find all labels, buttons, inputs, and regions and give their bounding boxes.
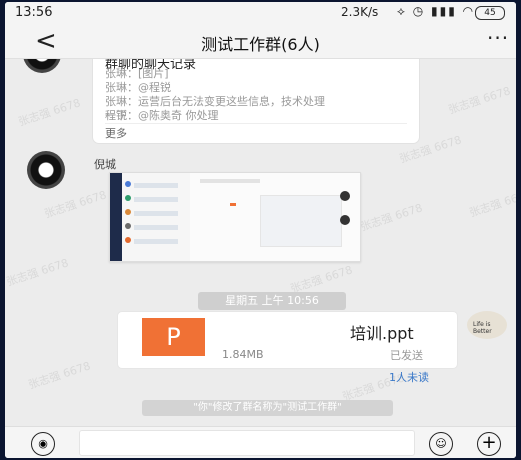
avatar[interactable] (23, 59, 61, 73)
image-sidebar (110, 173, 122, 261)
microphone-icon[interactable]: ◉ (31, 432, 55, 456)
image-dot (125, 209, 131, 215)
chat-record-more[interactable]: 更多 (105, 125, 127, 141)
image-dot (125, 181, 131, 187)
avatar[interactable]: Life is Better (467, 311, 507, 339)
file-size: 1.84MB (222, 348, 264, 361)
avatar[interactable] (27, 151, 65, 189)
image-dot (125, 223, 131, 229)
image-panel (260, 195, 342, 247)
image-main-panel (190, 173, 360, 261)
watermark: 张志强 6678 (42, 188, 109, 221)
screenshot-image[interactable] (109, 172, 361, 262)
sender-name: 倪城 (94, 158, 116, 171)
image-mark (230, 203, 236, 206)
chat-record-line: 程锐：@陈奥奇 你处理 (105, 109, 219, 122)
watermark: 张志强 6678 (446, 84, 513, 117)
time-divider: 星期五 上午 10:56 (198, 292, 346, 310)
image-bar (134, 197, 178, 202)
image-bar (134, 211, 178, 216)
emoji-icon[interactable]: ☺ (429, 432, 453, 456)
image-dot (340, 191, 350, 201)
ellipsis-icon[interactable]: ··· (487, 26, 509, 50)
divider (105, 123, 407, 124)
image-dot (125, 237, 131, 243)
watermark: 张志强 6678 (16, 96, 83, 129)
page-title: 测试工作群(6人) (201, 35, 320, 54)
chat-record-card[interactable]: 群聊的聊天记录 张琳：[图片] 张琳：@程锐 张琳：运营后台无法变更这些信息，技… (93, 59, 419, 143)
input-bar: ◉ ☺ + (5, 426, 516, 458)
status-time: 13:56 (15, 5, 53, 20)
image-dot (125, 195, 131, 201)
image-bar (200, 179, 260, 183)
watermark: 张志强 6678 (26, 359, 93, 392)
image-list (122, 173, 190, 261)
chat-record-line: 张琳：[图片] (105, 67, 169, 80)
file-name: 培训.ppt (350, 324, 414, 343)
battery-icon: 45 (475, 6, 505, 20)
watermark: 张志强 6678 (358, 201, 425, 234)
network-rate: 2.3K/s (341, 5, 379, 19)
status-bar: 13:56 2.3K/s ⟡ ◷ ▮▮▮ ◠ 45 (5, 2, 516, 24)
chat-area[interactable]: 张志强 6678 张志强 6678 张志强 6678 张志强 6678 张志强 … (5, 59, 516, 426)
unread-count-link[interactable]: 1人未读 (389, 369, 429, 385)
avatar-text: Life is Better (473, 321, 492, 335)
image-bar (134, 239, 178, 244)
file-status: 已发送 (390, 349, 423, 362)
watermark: 张志强 6678 (5, 256, 71, 289)
plus-icon[interactable]: + (477, 432, 501, 456)
signal-wifi-icon: ⟡ ◷ ▮▮▮ ◠ (397, 4, 476, 18)
chat-record-line: 张琳：@程锐 (105, 81, 171, 94)
ppt-file-icon: P (142, 318, 205, 356)
image-bar (134, 225, 178, 230)
file-message-card[interactable]: P 培训.ppt 1.84MB 已发送 (118, 312, 457, 368)
message-input[interactable] (79, 430, 415, 456)
image-dot (340, 215, 350, 225)
nav-bar: < 测试工作群(6人) ··· (5, 24, 516, 59)
system-message: "你"修改了群名称为"测试工作群" (142, 400, 393, 416)
watermark: 张志强 6678 (467, 187, 516, 220)
device-frame: 13:56 2.3K/s ⟡ ◷ ▮▮▮ ◠ 45 < 测试工作群(6人) ··… (0, 0, 521, 460)
image-bar (134, 183, 178, 188)
phone-screen: 13:56 2.3K/s ⟡ ◷ ▮▮▮ ◠ 45 < 测试工作群(6人) ··… (5, 2, 516, 458)
